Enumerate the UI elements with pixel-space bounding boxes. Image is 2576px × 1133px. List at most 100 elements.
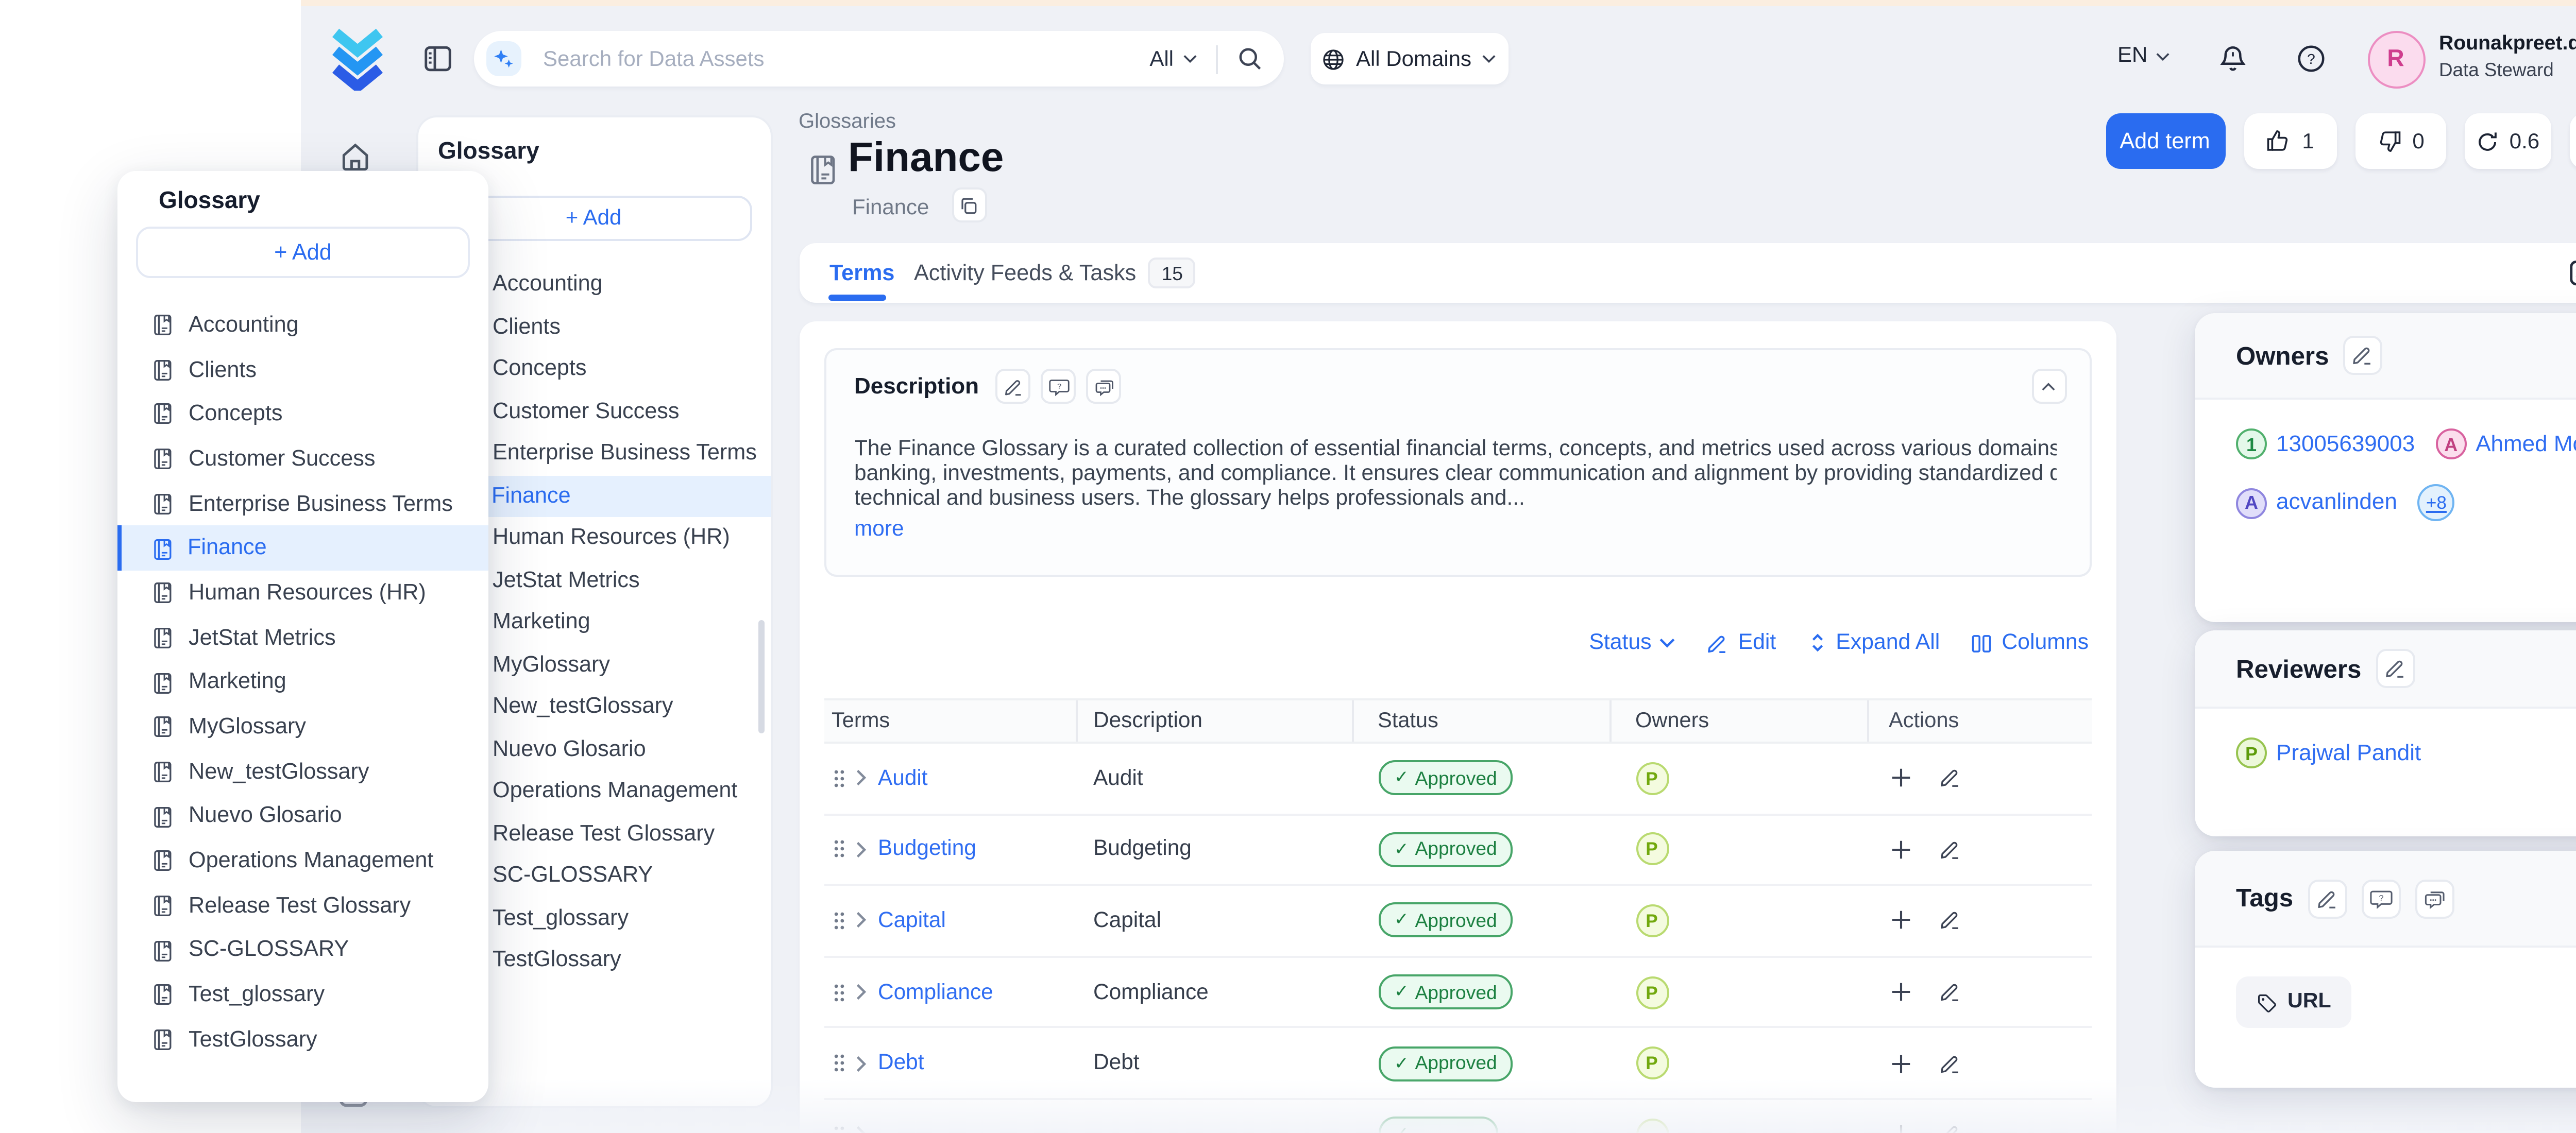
term-link[interactable]: Debt bbox=[878, 1051, 924, 1076]
glossary-popover-add-button[interactable]: + Add bbox=[136, 227, 470, 278]
glossary-item[interactable]: SC-GLOSSARY bbox=[117, 929, 488, 973]
search-icon[interactable] bbox=[1235, 45, 1262, 72]
edit-term-button[interactable] bbox=[1938, 981, 1961, 1003]
glossary-item[interactable]: Accounting bbox=[117, 303, 488, 348]
expand-row-icon[interactable] bbox=[855, 1125, 868, 1133]
tag-comments-icon[interactable] bbox=[2415, 879, 2454, 918]
drag-handle-icon[interactable] bbox=[832, 839, 845, 860]
edit-row-icon[interactable] bbox=[1938, 1123, 1961, 1133]
edit-term-button[interactable] bbox=[1938, 909, 1961, 932]
expand-row-icon[interactable] bbox=[855, 769, 868, 787]
search-input[interactable] bbox=[539, 44, 1149, 73]
edit-row-icon[interactable] bbox=[1938, 767, 1961, 789]
glossary-item[interactable]: Human Resources (HR) bbox=[117, 571, 488, 616]
add-child-term-icon[interactable] bbox=[1889, 1052, 1911, 1075]
term-link[interactable]: Audit bbox=[878, 766, 928, 791]
add-child-term-button[interactable] bbox=[1889, 909, 1911, 932]
home-icon[interactable] bbox=[337, 140, 372, 175]
add-child-term-icon[interactable] bbox=[1889, 767, 1911, 789]
add-term-button[interactable]: Add term bbox=[2105, 113, 2225, 169]
user-link[interactable]: 13005639003 bbox=[2276, 432, 2415, 456]
add-child-term-icon[interactable] bbox=[1889, 838, 1911, 861]
glossary-item[interactable]: Operations Management bbox=[117, 839, 488, 884]
user-link[interactable]: Prajwal Pandit bbox=[2276, 741, 2421, 765]
owner-avatar[interactable] bbox=[1635, 1118, 1668, 1133]
column-header[interactable]: Actions bbox=[1868, 700, 2091, 742]
notifications-bell-icon[interactable] bbox=[2216, 41, 2249, 74]
more-options-button[interactable] bbox=[2569, 113, 2576, 169]
edit-row-icon[interactable] bbox=[1938, 1052, 1961, 1075]
more-owners-badge[interactable]: +8 bbox=[2418, 484, 2455, 521]
all-domains-dropdown[interactable]: All Domains bbox=[1310, 33, 1507, 84]
add-child-term-button[interactable] bbox=[1889, 838, 1911, 861]
glossary-item[interactable]: TestGlossary bbox=[117, 1018, 488, 1062]
request-description-icon[interactable]: ? bbox=[1041, 369, 1076, 404]
add-child-term-button[interactable] bbox=[1889, 767, 1911, 789]
edit-reviewers-icon[interactable] bbox=[2376, 649, 2415, 688]
edit-term-button[interactable] bbox=[1938, 1052, 1961, 1075]
glossary-item[interactable]: Concepts bbox=[117, 392, 488, 437]
edit-tags-icon[interactable] bbox=[2308, 879, 2347, 918]
expand-row-icon[interactable] bbox=[855, 983, 868, 1001]
glossary-item[interactable]: Marketing bbox=[117, 660, 488, 705]
downvote-button[interactable]: 0 bbox=[2354, 113, 2445, 169]
sidebar-toggle-icon[interactable] bbox=[421, 43, 452, 74]
copy-icon[interactable] bbox=[951, 187, 986, 222]
edit-owners-icon[interactable] bbox=[2343, 336, 2382, 375]
owner-avatar[interactable]: P bbox=[1635, 833, 1668, 866]
collapse-right-panel-icon[interactable] bbox=[2567, 258, 2576, 288]
edit-term-button[interactable] bbox=[1938, 767, 1961, 789]
owner-avatar[interactable]: P bbox=[1635, 975, 1668, 1008]
user-avatar[interactable]: R bbox=[2367, 31, 2425, 89]
app-logo-icon[interactable] bbox=[329, 27, 384, 91]
edit-row-icon[interactable] bbox=[1938, 981, 1961, 1003]
add-child-term-icon[interactable] bbox=[1889, 1123, 1911, 1133]
language-dropdown[interactable]: EN bbox=[2117, 43, 2170, 68]
expand-row-icon[interactable] bbox=[855, 912, 868, 930]
bulk-edit-button[interactable]: Edit bbox=[1707, 630, 1776, 655]
glossary-item[interactable]: Release Test Glossary bbox=[117, 884, 488, 929]
glossary-item[interactable]: Customer Success bbox=[117, 437, 488, 482]
owner-avatar[interactable]: P bbox=[1635, 904, 1668, 937]
ai-sparkle-icon[interactable] bbox=[485, 41, 520, 76]
expand-all-button[interactable]: Expand All bbox=[1807, 630, 1940, 655]
edit-row-icon[interactable] bbox=[1938, 909, 1961, 932]
edit-row-icon[interactable] bbox=[1938, 838, 1961, 861]
collapse-description-icon[interactable] bbox=[2031, 369, 2066, 404]
expand-row-icon[interactable] bbox=[855, 840, 868, 859]
owner-avatar[interactable]: P bbox=[1635, 1047, 1668, 1080]
term-link[interactable]: Compliance bbox=[878, 980, 993, 1004]
term-link[interactable]: Capital bbox=[878, 908, 946, 933]
column-header[interactable]: Owners bbox=[1611, 700, 1868, 742]
glossary-item[interactable]: Nuevo Glosario bbox=[117, 794, 488, 839]
tab-terms[interactable]: Terms bbox=[829, 243, 894, 303]
drag-handle-icon[interactable] bbox=[832, 768, 845, 788]
add-child-term-button[interactable] bbox=[1889, 1052, 1911, 1075]
comments-icon[interactable] bbox=[1086, 369, 1121, 404]
user-link[interactable]: acvanlinden bbox=[2276, 490, 2397, 515]
glossary-item[interactable]: Enterprise Business Terms bbox=[117, 482, 488, 526]
glossary-item[interactable]: JetStat Metrics bbox=[117, 615, 488, 660]
term-link[interactable]: Budgeting bbox=[878, 837, 976, 862]
add-child-term-button[interactable] bbox=[1889, 1123, 1911, 1133]
glossary-item[interactable]: Test_glossary bbox=[117, 973, 488, 1018]
tag-chip-url[interactable]: URL bbox=[2236, 976, 2352, 1028]
expand-row-icon[interactable] bbox=[855, 1054, 868, 1073]
tab-activity-feeds[interactable]: Activity Feeds & Tasks 15 bbox=[914, 243, 1196, 303]
request-tags-icon[interactable]: ? bbox=[2361, 879, 2400, 918]
edit-description-icon[interactable] bbox=[995, 369, 1030, 404]
drag-handle-icon[interactable] bbox=[832, 911, 845, 931]
drag-handle-icon[interactable] bbox=[832, 1124, 845, 1133]
glossary-item[interactable]: Clients bbox=[117, 348, 488, 392]
drag-handle-icon[interactable] bbox=[832, 1053, 845, 1074]
edit-term-button[interactable] bbox=[1938, 1123, 1961, 1133]
global-search-bar[interactable]: All bbox=[473, 31, 1283, 87]
breadcrumb[interactable]: Glossaries bbox=[799, 111, 896, 134]
glossary-item[interactable]: Finance bbox=[117, 526, 488, 571]
upvote-button[interactable]: 1 bbox=[2243, 113, 2336, 169]
add-child-term-button[interactable] bbox=[1889, 981, 1911, 1003]
column-header[interactable]: Terms bbox=[823, 700, 1077, 742]
edit-term-button[interactable] bbox=[1938, 838, 1961, 861]
search-scope-dropdown[interactable]: All bbox=[1149, 46, 1196, 71]
help-icon[interactable]: ? bbox=[2295, 41, 2328, 74]
